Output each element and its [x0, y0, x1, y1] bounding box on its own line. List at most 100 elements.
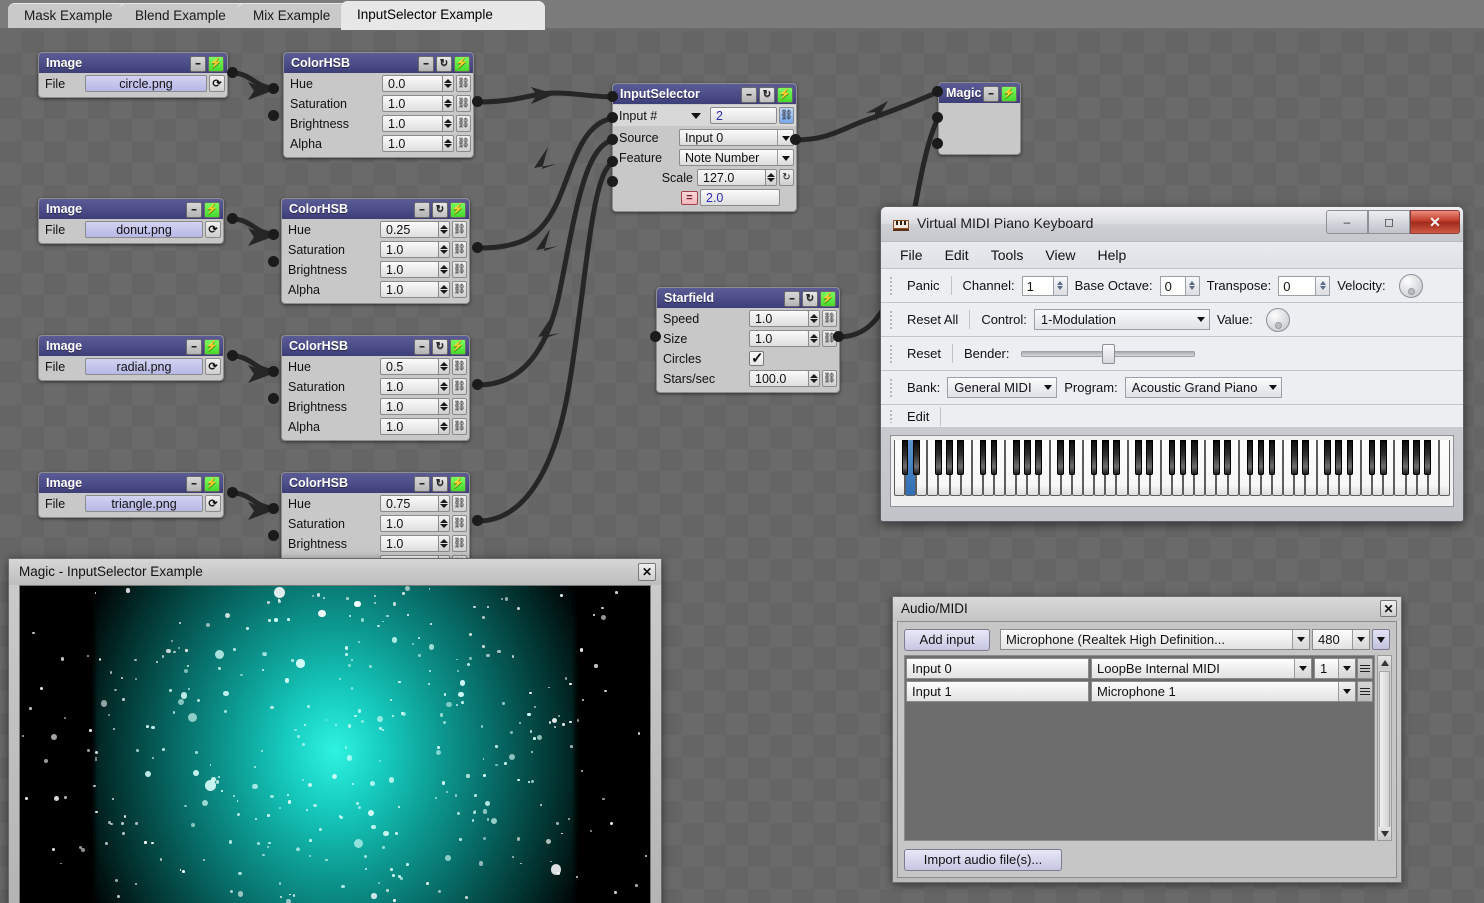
piano-keyboard[interactable]	[890, 435, 1454, 507]
piano-black-key[interactable]	[1424, 440, 1432, 475]
link-icon[interactable]: ⛓	[456, 95, 471, 112]
node-header[interactable]: ColorHSB – ↻ ⚡	[282, 473, 469, 493]
piano-black-key[interactable]	[1224, 440, 1231, 475]
piano-black-key[interactable]	[1012, 440, 1020, 475]
toolbar-grip[interactable]	[889, 377, 894, 398]
port-in[interactable]	[268, 530, 279, 541]
stepper[interactable]	[438, 221, 450, 238]
port-out[interactable]	[227, 487, 238, 498]
port-in[interactable]	[932, 138, 943, 149]
stepper[interactable]	[438, 495, 450, 512]
menu-help[interactable]: Help	[1088, 245, 1135, 265]
link-icon[interactable]: ⛓	[452, 241, 467, 258]
channel-input[interactable]: 1	[1021, 275, 1054, 296]
port-in[interactable]	[607, 91, 618, 102]
port-out[interactable]	[227, 350, 238, 361]
refresh-icon[interactable]: ⟳	[209, 75, 225, 92]
link-icon[interactable]: ⛓	[822, 310, 837, 327]
node-header[interactable]: Image – ⚡	[39, 473, 223, 493]
chevron-down-icon[interactable]	[691, 112, 701, 119]
node-image-circle[interactable]: Image – ⚡ File circle.png ⟳	[38, 52, 228, 98]
bender-slider[interactable]	[1020, 343, 1195, 364]
file-input[interactable]: radial.png	[85, 358, 203, 375]
program-dropdown[interactable]: Acoustic Grand Piano	[1124, 377, 1282, 398]
port-in[interactable]	[268, 503, 279, 514]
bolt-icon[interactable]: ⚡	[450, 339, 466, 355]
input-name-field[interactable]: Input 0	[906, 657, 1089, 679]
piano-black-key[interactable]	[1213, 440, 1220, 475]
reset-bender-button[interactable]: Reset	[900, 346, 948, 361]
node-colorhsb-3[interactable]: ColorHSB – ↻ ⚡ Hue 0.5 ⛓ Saturation 1.0 ⛓ Br…	[281, 335, 470, 441]
stepper[interactable]	[438, 515, 450, 532]
stepper[interactable]	[442, 135, 454, 152]
piano-black-key[interactable]	[935, 440, 942, 475]
input-number-value[interactable]: 2	[710, 107, 777, 124]
input-channel-dropdown[interactable]: 1	[1314, 657, 1356, 679]
stepper[interactable]	[438, 261, 450, 278]
link-icon[interactable]: ⛓	[452, 515, 467, 532]
preview-titlebar[interactable]: Magic - InputSelector Example ✕	[9, 559, 661, 585]
param-input[interactable]: 1.0	[380, 378, 439, 395]
port-out[interactable]	[472, 379, 483, 390]
minimize-icon[interactable]: –	[414, 202, 430, 218]
velocity-knob[interactable]	[1398, 273, 1423, 298]
input-list[interactable]: Input 0 LoopBe Internal MIDI 1 Input 1 M…	[904, 655, 1375, 841]
close-button[interactable]: ✕	[1410, 210, 1460, 234]
input-name-field[interactable]: Input 1	[906, 680, 1089, 702]
transpose-input[interactable]: 0	[1278, 275, 1317, 296]
port-in[interactable]	[607, 112, 618, 123]
piano-black-key[interactable]	[1413, 440, 1420, 475]
reset-icon[interactable]: ↻	[432, 476, 448, 492]
port-out[interactable]	[472, 515, 483, 526]
param-input[interactable]: 1.0	[382, 135, 443, 152]
param-input[interactable]: 1.0	[380, 398, 439, 415]
node-header[interactable]: Image – ⚡	[39, 199, 223, 219]
node-header[interactable]: Image – ⚡	[39, 53, 227, 73]
close-icon[interactable]: ✕	[638, 563, 656, 581]
port-out[interactable]	[472, 96, 483, 107]
stepper[interactable]	[765, 169, 777, 186]
stepper[interactable]	[438, 281, 450, 298]
minimize-icon[interactable]: –	[414, 339, 430, 355]
equals-icon[interactable]: =	[681, 190, 698, 205]
param-input[interactable]: 1.0	[380, 261, 439, 278]
row-menu-icon[interactable]	[1357, 657, 1373, 679]
piano-black-key[interactable]	[1057, 440, 1065, 475]
link-icon[interactable]: ⛓	[452, 281, 467, 298]
link-icon[interactable]: ⛓	[779, 107, 794, 124]
param-input[interactable]: 1.0	[749, 310, 809, 327]
node-starfield[interactable]: Starfield – ↻ ⚡ Speed 1.0 ⛓ Size 1.0 ⛓ Circl…	[656, 287, 840, 393]
reset-icon[interactable]: ↻	[779, 169, 794, 186]
bolt-icon[interactable]: ⚡	[777, 87, 793, 103]
param-input[interactable]: 0.75	[380, 495, 439, 512]
param-input[interactable]: 0.25	[380, 221, 439, 238]
import-audio-button[interactable]: Import audio file(s)...	[904, 849, 1062, 871]
bender-slider-handle[interactable]	[1101, 343, 1115, 364]
link-icon[interactable]: ⛓	[452, 495, 467, 512]
port-in[interactable]	[607, 134, 618, 145]
minimize-icon[interactable]: –	[186, 202, 202, 218]
link-icon[interactable]: ⛓	[452, 418, 467, 435]
device-options-button[interactable]	[1372, 629, 1390, 650]
minimize-icon[interactable]: –	[418, 56, 434, 72]
menu-file[interactable]: File	[891, 245, 932, 265]
piano-black-key[interactable]	[1246, 440, 1254, 475]
minimize-icon[interactable]: –	[190, 56, 206, 72]
scroll-up-arrow[interactable]	[1378, 656, 1391, 669]
port-in[interactable]	[268, 393, 279, 404]
piano-black-key[interactable]	[1113, 440, 1120, 475]
buffer-dropdown[interactable]: 480	[1312, 629, 1370, 650]
link-icon[interactable]: ⛓	[822, 370, 837, 387]
piano-black-key[interactable]	[1168, 440, 1176, 475]
minimize-icon[interactable]: –	[414, 476, 430, 492]
link-icon[interactable]: ⛓	[456, 115, 471, 132]
node-image-donut[interactable]: Image – ⚡ File donut.png ⟳	[38, 198, 224, 244]
stepper[interactable]	[438, 378, 450, 395]
stepper[interactable]	[442, 115, 454, 132]
port-out[interactable]	[472, 242, 483, 253]
stepper[interactable]	[808, 310, 820, 327]
link-icon[interactable]: ⛓	[456, 75, 471, 92]
maximize-button[interactable]: ◻	[1368, 210, 1410, 234]
port-in[interactable]	[607, 176, 618, 187]
port-in[interactable]	[932, 86, 943, 97]
